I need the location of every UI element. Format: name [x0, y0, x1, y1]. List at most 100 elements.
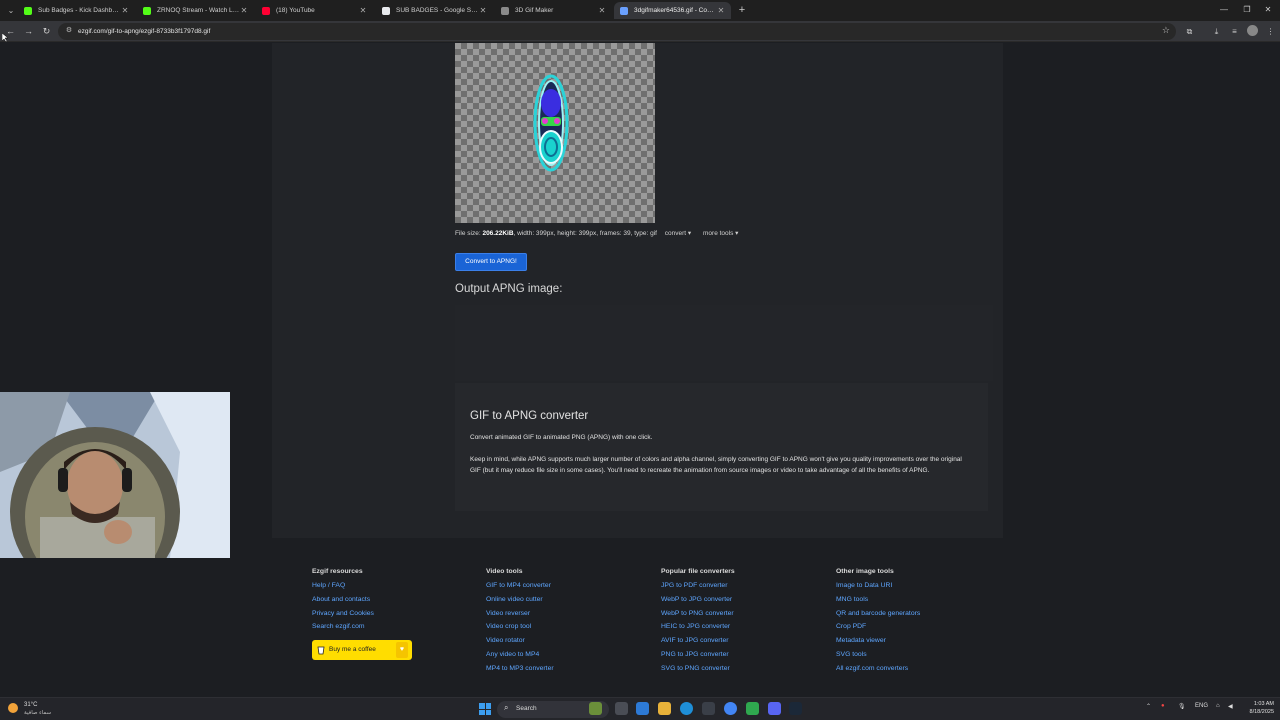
wifi-icon[interactable]: ⌂ — [1216, 703, 1220, 709]
minimize-icon[interactable]: — — [1218, 4, 1230, 16]
buy-me-a-coffee-button[interactable]: Buy me a coffee ♥ — [312, 640, 412, 660]
convert-to-apng-button[interactable]: Convert to APNG! — [455, 253, 527, 271]
weather-widget[interactable]: 31°C سماء صافية — [6, 701, 66, 719]
tab-favicon-icon — [143, 6, 151, 15]
footer-link[interactable]: Crop PDF — [836, 620, 1006, 634]
footer-link[interactable]: Search ezgif.com — [312, 620, 482, 634]
task-view-icon[interactable] — [615, 702, 628, 715]
coffee-label: Buy me a coffee — [329, 646, 376, 653]
tab-search-icon[interactable]: ⌄ — [4, 4, 18, 17]
file-info-prefix: File size: — [455, 230, 483, 237]
tab-favicon-icon — [24, 6, 32, 15]
tab-favicon-icon — [382, 6, 390, 15]
output-area — [455, 305, 993, 381]
file-explorer-icon[interactable] — [658, 702, 671, 715]
clock-date: 8/18/2025 — [1249, 709, 1274, 715]
more-tools-dropdown[interactable]: more tools ▾ — [703, 230, 738, 237]
footer-link[interactable]: WebP to PNG converter — [661, 607, 831, 621]
footer-link[interactable]: Any video to MP4 — [486, 648, 656, 662]
footer-link[interactable]: MP4 to MP3 converter — [486, 662, 656, 676]
footer-link[interactable]: Image to Data URI — [836, 579, 1006, 593]
tab-close-icon[interactable]: ✕ — [479, 6, 487, 15]
browser-tab[interactable]: 3D Gif Maker ✕ — [495, 2, 612, 19]
copilot-icon[interactable] — [636, 702, 649, 715]
footer-col-image-tools: Other image tools Image to Data URI MNG … — [836, 568, 1006, 676]
footer-heading: Video tools — [486, 568, 523, 575]
discord-icon[interactable] — [768, 702, 781, 715]
browser-tab[interactable]: SUB BADGES - Google Search ✕ — [376, 2, 493, 19]
footer-link[interactable]: JPG to PDF converter — [661, 579, 831, 593]
windows-start-icon[interactable] — [479, 703, 491, 715]
forward-icon[interactable]: → — [22, 25, 35, 38]
tab-favicon-icon — [620, 6, 628, 15]
footer-link[interactable]: Video rotator — [486, 634, 656, 648]
site-info-icon[interactable]: ⚙ — [64, 26, 74, 36]
footer-link[interactable]: All ezgif.com converters — [836, 662, 1006, 676]
tab-title: 3D Gif Maker — [515, 7, 554, 14]
footer-link[interactable]: Online video cutter — [486, 593, 656, 607]
weather-sun-icon — [8, 703, 18, 713]
browser-tab[interactable]: Sub Badges - Kick Dashboard ✕ — [18, 2, 135, 19]
profile-avatar[interactable] — [1247, 25, 1258, 36]
footer-link[interactable]: Help / FAQ — [312, 579, 482, 593]
footer-link[interactable]: MNG tools — [836, 593, 1006, 607]
convert-dropdown[interactable]: convert ▾ — [665, 230, 691, 237]
edge-browser-icon[interactable] — [680, 702, 693, 715]
coffee-cup-icon — [317, 646, 325, 655]
tab-close-icon[interactable]: ✕ — [598, 6, 606, 15]
steam-icon[interactable] — [789, 702, 802, 715]
footer-link[interactable]: QR and barcode generators — [836, 607, 1006, 621]
footer-link[interactable]: PNG to JPG converter — [661, 648, 831, 662]
footer-link[interactable]: SVG tools — [836, 648, 1006, 662]
tab-close-icon[interactable]: ✕ — [121, 6, 129, 15]
mouse-cursor-icon — [2, 33, 8, 42]
weather-desc: سماء صافية — [24, 710, 52, 716]
footer-link[interactable]: About and contacts — [312, 593, 482, 607]
media-icon[interactable]: ≡ — [1228, 25, 1241, 38]
footer-link[interactable]: SVG to PNG converter — [661, 662, 831, 676]
footer-link[interactable]: AVIF to JPG converter — [661, 634, 831, 648]
file-size: 206.22KiB — [482, 230, 514, 237]
search-icon: ⌕ — [504, 703, 509, 712]
chrome-browser-icon[interactable] — [724, 702, 737, 715]
tray-chevron-icon[interactable]: ⌃ — [1146, 703, 1151, 710]
reload-icon[interactable]: ↻ — [40, 25, 53, 38]
tab-close-icon[interactable]: ✕ — [359, 6, 367, 15]
volume-icon[interactable]: ◀ — [1228, 703, 1233, 710]
tab-close-icon[interactable]: ✕ — [717, 6, 725, 15]
close-window-icon[interactable]: ✕ — [1262, 4, 1274, 16]
url-text: ezgif.com/gif-to-apng/ezgif-8733b3f1797d… — [78, 28, 211, 35]
footer-link[interactable]: HEIC to JPG converter — [661, 620, 831, 634]
browser-tab[interactable]: 3dgifmaker64536.gif - Convert ✕ — [614, 2, 731, 19]
app-green-icon[interactable] — [746, 702, 759, 715]
taskbar-widget-icon[interactable] — [589, 702, 602, 715]
footer-heading: Other image tools — [836, 568, 894, 575]
address-bar[interactable]: ⚙ ezgif.com/gif-to-apng/ezgif-8733b3f179… — [58, 23, 1176, 40]
language-indicator[interactable]: ENG — [1195, 703, 1208, 709]
footer-link[interactable]: Privacy and Cookies — [312, 607, 482, 621]
downloads-icon[interactable]: ⤓ — [1210, 25, 1223, 38]
system-clock[interactable]: 1:03 AM 8/18/2025 — [1242, 700, 1274, 716]
browser-tab[interactable]: ZRNOQ Stream - Watch Live o ✕ — [137, 2, 254, 19]
menu-icon[interactable]: ⋮ — [1264, 25, 1277, 38]
tray-app-icon[interactable]: ● — [1161, 703, 1165, 709]
tab-title: (18) YouTube — [276, 7, 315, 14]
footer-link[interactable]: WebP to JPG converter — [661, 593, 831, 607]
footer-link[interactable]: Metadata viewer — [836, 634, 1006, 648]
preview-animation-frame — [533, 74, 569, 172]
browser-toolbar: ← → ↻ ⚙ ezgif.com/gif-to-apng/ezgif-8733… — [0, 21, 1280, 42]
tab-close-icon[interactable]: ✕ — [240, 6, 248, 15]
converter-description: Convert animated GIF to animated PNG (AP… — [470, 434, 653, 441]
tab-title: Sub Badges - Kick Dashboard — [38, 7, 121, 14]
footer-link[interactable]: Video reverser — [486, 607, 656, 621]
footer-link[interactable]: Video crop tool — [486, 620, 656, 634]
bookmark-star-icon[interactable]: ☆ — [1162, 25, 1170, 36]
browser-tab[interactable]: (18) YouTube ✕ — [256, 2, 373, 19]
store-icon[interactable] — [702, 702, 715, 715]
footer-heading: Popular file converters — [661, 568, 735, 575]
maximize-icon[interactable]: ❐ — [1241, 4, 1253, 16]
tray-mic-icon[interactable]: 🎙 — [1178, 703, 1186, 710]
extensions-icon[interactable]: ⧉ — [1183, 25, 1196, 38]
footer-link[interactable]: GIF to MP4 converter — [486, 579, 656, 593]
new-tab-button[interactable]: + — [736, 3, 748, 17]
